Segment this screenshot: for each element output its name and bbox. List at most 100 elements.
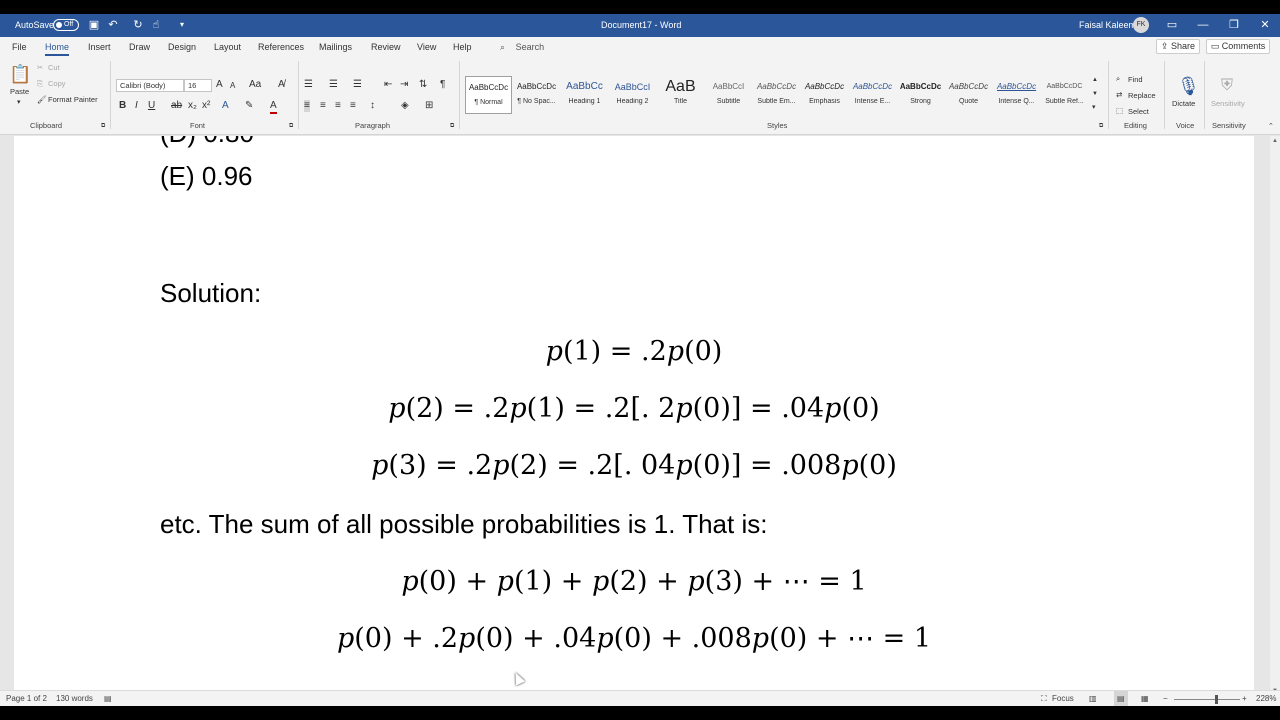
paste-dropdown-icon[interactable]: ▾ — [17, 98, 21, 106]
microphone-icon[interactable]: 🎙 — [1177, 76, 1200, 96]
undo-icon[interactable]: ↶ — [106, 18, 120, 32]
replace-button[interactable]: Replace — [1128, 91, 1156, 100]
share-button[interactable]: ⇪ Share — [1156, 39, 1200, 54]
focus-button[interactable]: Focus — [1052, 691, 1074, 706]
focus-icon[interactable]: ⛶ — [1041, 691, 1047, 706]
tab-mailings[interactable]: Mailings — [319, 37, 352, 57]
sort-icon[interactable]: ⇅ — [419, 79, 427, 91]
bullets-icon[interactable]: ☰ — [304, 79, 313, 91]
document-page[interactable]: (D) 0.80 (E) 0.96 Solution: p(1) = .2p(0… — [14, 136, 1254, 700]
style-no-spacing[interactable]: AaBbCcDc ¶ No Spac... — [513, 76, 560, 114]
strikethrough-icon[interactable]: ab — [171, 100, 182, 112]
increase-indent-icon[interactable]: ⇥ — [400, 79, 408, 91]
styles-scroll-up-icon[interactable]: ▲ — [1092, 74, 1098, 86]
style-heading-1[interactable]: AaBbCc Heading 1 — [561, 76, 608, 114]
tab-insert[interactable]: Insert — [88, 37, 111, 57]
line-spacing-icon[interactable]: ↕ — [370, 100, 375, 112]
select-icon[interactable]: ⬚ — [1116, 106, 1123, 115]
clear-formatting-icon[interactable]: A̸ — [278, 79, 285, 91]
paste-button[interactable]: Paste — [10, 87, 29, 96]
ribbon-display-icon[interactable]: ▭ — [1157, 14, 1187, 37]
style-strong[interactable]: AaBbCcDc Strong — [897, 76, 944, 114]
autosave-toggle[interactable]: Off — [53, 19, 79, 31]
style-subtle-emphasis[interactable]: AaBbCcDc Subtle Em... — [753, 76, 800, 114]
scroll-up-icon[interactable]: ▲ — [1270, 138, 1280, 144]
subscript-icon[interactable]: x₂ — [188, 100, 197, 112]
show-marks-icon[interactable]: ¶ — [440, 79, 445, 91]
align-center-icon[interactable]: ≡ — [320, 100, 326, 112]
font-color-icon[interactable]: A — [270, 100, 277, 114]
zoom-out-icon[interactable]: − — [1163, 691, 1168, 706]
format-painter-button[interactable]: Format Painter — [48, 95, 98, 104]
style-emphasis[interactable]: AaBbCcDc Emphasis — [801, 76, 848, 114]
page-indicator[interactable]: Page 1 of 2 — [6, 691, 47, 706]
multilevel-list-icon[interactable]: ☰ — [353, 79, 362, 91]
save-icon[interactable]: ▣ — [87, 18, 101, 32]
align-right-icon[interactable]: ≡ — [335, 100, 341, 112]
style-title[interactable]: AaB Title — [657, 76, 704, 114]
find-icon[interactable]: ⌕ — [1116, 74, 1120, 84]
styles-launcher-icon[interactable]: ⧉ — [1099, 123, 1103, 130]
clipboard-launcher-icon[interactable]: ⧉ — [101, 123, 105, 130]
shrink-font-icon[interactable]: A — [230, 80, 235, 92]
search-box[interactable]: ⌕ Search — [500, 37, 544, 57]
styles-more-icon[interactable]: ▾ — [1092, 102, 1096, 114]
tab-design[interactable]: Design — [168, 37, 196, 57]
replace-icon[interactable]: ⇄ — [1116, 90, 1122, 99]
text-effects-icon[interactable]: A — [222, 100, 229, 112]
restore-icon[interactable]: ❐ — [1219, 14, 1249, 37]
font-size-combo[interactable]: 16 — [184, 79, 212, 92]
style-normal[interactable]: AaBbCcDc ¶ Normal — [465, 76, 512, 114]
avatar[interactable]: FK — [1133, 17, 1149, 33]
print-layout-icon[interactable]: ▤ — [1114, 691, 1128, 706]
tab-review[interactable]: Review — [371, 37, 401, 57]
style-subtle-reference[interactable]: AaBbCcDC Subtle Ref... — [1041, 76, 1088, 114]
bold-icon[interactable]: B — [119, 100, 126, 112]
tab-references[interactable]: References — [258, 37, 304, 57]
read-mode-icon[interactable]: ▥ — [1089, 691, 1097, 706]
vertical-scrollbar[interactable]: ▲ ▼ — [1270, 136, 1280, 700]
minimize-icon[interactable]: — — [1188, 14, 1218, 37]
collapse-ribbon-icon[interactable]: ⌃ — [1268, 121, 1274, 133]
style-intense-emphasis[interactable]: AaBbCcDc Intense E... — [849, 76, 896, 114]
font-launcher-icon[interactable]: ⧉ — [289, 123, 293, 130]
styles-scroll-down-icon[interactable]: ▼ — [1092, 88, 1098, 100]
tab-draw[interactable]: Draw — [129, 37, 150, 57]
word-count[interactable]: 130 words — [56, 691, 93, 706]
highlight-icon[interactable]: ✎ — [245, 100, 253, 112]
zoom-in-icon[interactable]: + — [1242, 691, 1247, 706]
customize-qat-icon[interactable]: ▾ — [175, 18, 189, 32]
decrease-indent-icon[interactable]: ⇤ — [384, 79, 392, 91]
grow-font-icon[interactable]: A — [216, 79, 223, 91]
tab-file[interactable]: File — [12, 37, 27, 57]
zoom-slider[interactable] — [1174, 699, 1240, 700]
redo-icon[interactable]: ↻ — [131, 18, 145, 32]
align-left-icon[interactable]: ≡ — [304, 100, 310, 112]
select-button[interactable]: Select — [1128, 107, 1149, 116]
paste-icon[interactable]: 📋 — [9, 63, 31, 85]
style-heading-2[interactable]: AaBbCcI Heading 2 — [609, 76, 656, 114]
find-button[interactable]: Find — [1128, 75, 1143, 84]
tab-help[interactable]: Help — [453, 37, 472, 57]
change-case-icon[interactable]: Aa — [249, 79, 261, 91]
tab-home[interactable]: Home — [45, 37, 70, 57]
document-canvas[interactable]: (D) 0.80 (E) 0.96 Solution: p(1) = .2p(0… — [0, 136, 1270, 700]
user-name[interactable]: Faisal Kaleem — [1079, 14, 1136, 37]
touch-mode-icon[interactable]: ☝ — [149, 18, 163, 32]
zoom-level[interactable]: 228% — [1256, 691, 1276, 706]
style-subtitle[interactable]: AaBbCcI Subtitle — [705, 76, 752, 114]
paragraph-launcher-icon[interactable]: ⧉ — [450, 123, 454, 130]
font-name-combo[interactable]: Calibri (Body) — [116, 79, 184, 92]
italic-icon[interactable]: I — [135, 100, 138, 112]
style-intense-quote[interactable]: AaBbCcDc Intense Q... — [993, 76, 1040, 114]
tab-layout[interactable]: Layout — [214, 37, 241, 57]
style-quote[interactable]: AaBbCcDc Quote — [945, 76, 992, 114]
comments-button[interactable]: ▭ Comments — [1206, 39, 1270, 54]
shading-icon[interactable]: ◈ — [401, 100, 409, 112]
borders-icon[interactable]: ⊞ — [425, 100, 433, 112]
dictate-button[interactable]: Dictate — [1172, 99, 1195, 108]
proofing-icon[interactable]: ▤ — [104, 691, 112, 706]
numbering-icon[interactable]: ☰ — [329, 79, 338, 91]
close-icon[interactable]: ✕ — [1250, 14, 1280, 37]
zoom-slider-thumb[interactable] — [1215, 695, 1218, 704]
